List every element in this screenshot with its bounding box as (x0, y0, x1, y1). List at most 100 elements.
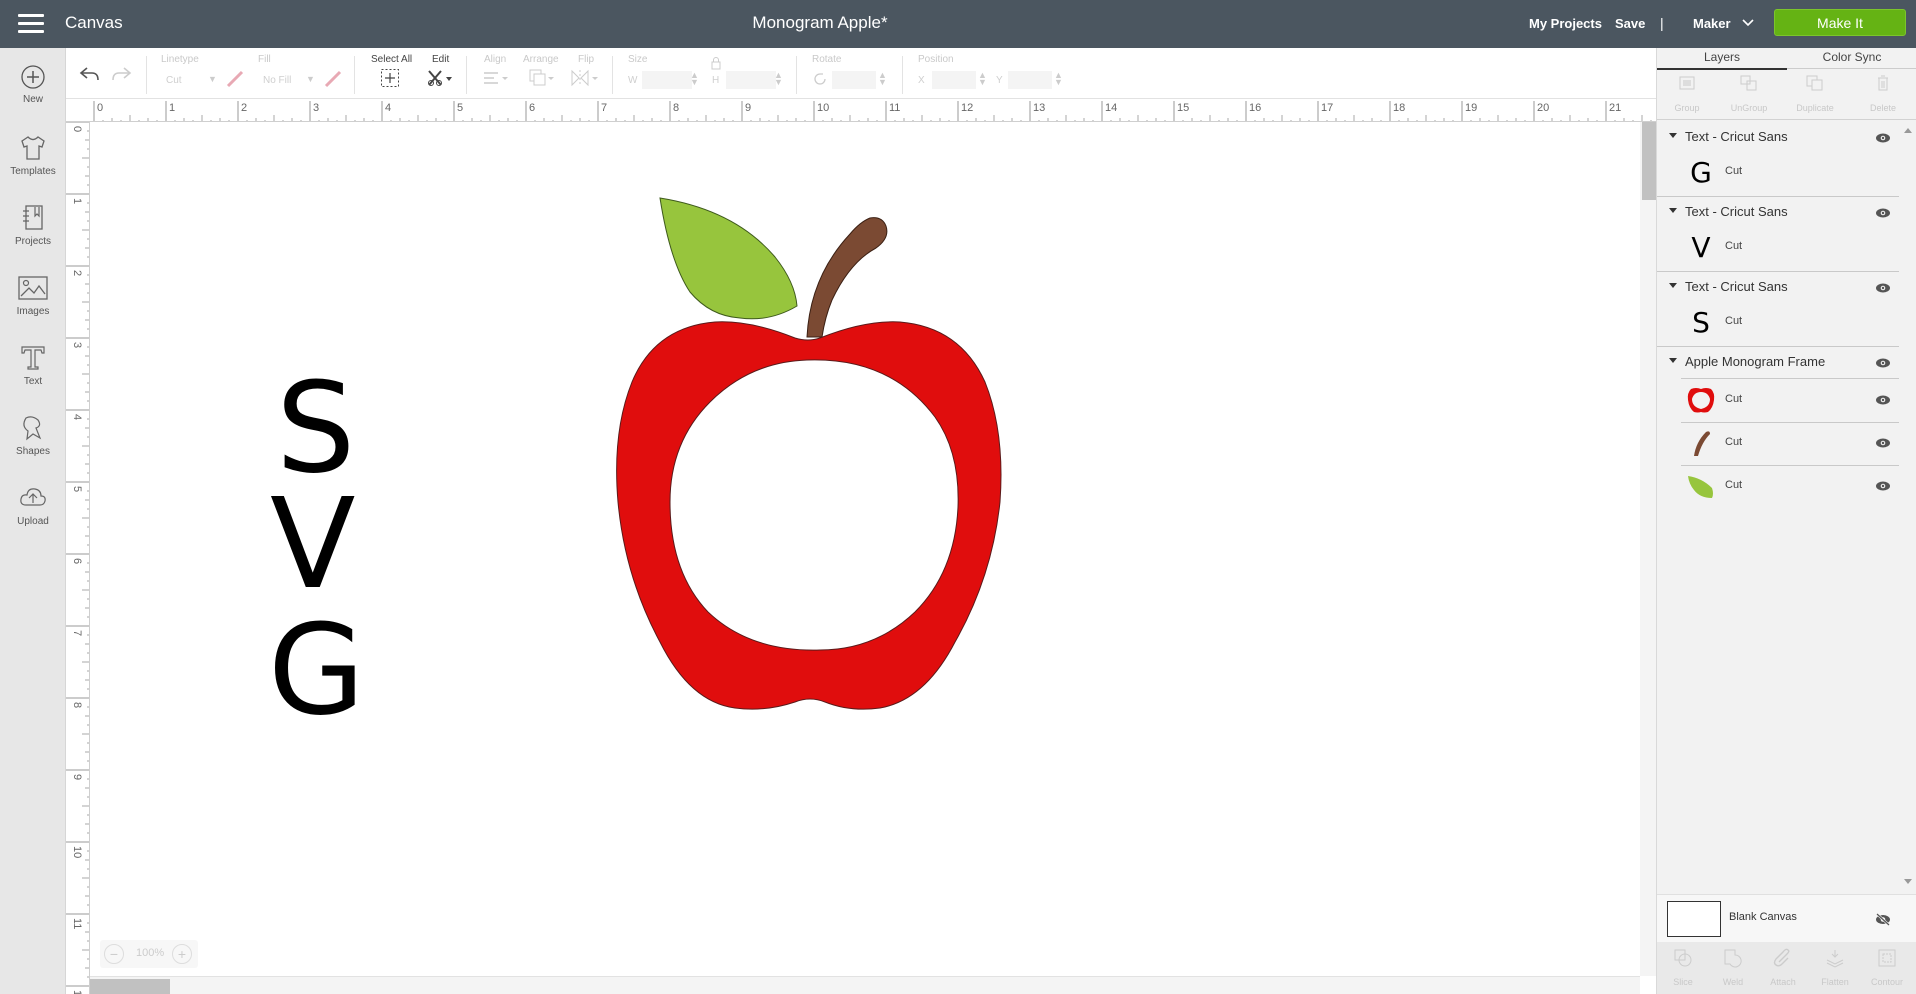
arrange-icon[interactable] (528, 68, 556, 88)
x-input[interactable] (932, 71, 976, 89)
layer-group-text-g[interactable]: Text - Cricut Sans (1657, 124, 1899, 150)
top-bar: Canvas Monogram Apple* My Projects Save … (0, 0, 1916, 48)
delete-button[interactable]: Delete (1853, 74, 1913, 113)
fill-select[interactable]: No Fill (263, 75, 291, 91)
sidebar-item-text[interactable]: Text (0, 344, 66, 408)
lock-icon[interactable] (710, 56, 722, 70)
rotate-input[interactable] (832, 71, 876, 89)
eye-icon[interactable] (1875, 437, 1891, 449)
panel-scrollbar[interactable] (1899, 122, 1916, 888)
zoom-out-button[interactable]: − (104, 944, 124, 964)
vertical-scroll-thumb[interactable] (1642, 122, 1656, 200)
rotate-icon[interactable] (812, 71, 828, 87)
make-it-button[interactable]: Make It (1774, 9, 1906, 36)
letter-g[interactable]: G (268, 608, 365, 733)
undo-icon[interactable] (78, 64, 102, 84)
tab-layers[interactable]: Layers (1657, 50, 1787, 64)
collapse-triangle-icon[interactable] (1669, 358, 1677, 363)
paperclip-icon (1773, 948, 1790, 967)
eye-icon[interactable] (1875, 282, 1891, 294)
apple-monogram-frame[interactable] (560, 182, 1040, 742)
letter-v[interactable]: V (270, 482, 356, 607)
apple-stem[interactable] (806, 217, 888, 338)
select-all-icon[interactable] (380, 68, 400, 88)
horizontal-scroll-thumb[interactable] (90, 979, 170, 994)
layer-group-text-s[interactable]: Text - Cricut Sans (1657, 274, 1899, 300)
apple-body[interactable] (616, 321, 1002, 710)
document-title: Monogram Apple* (752, 13, 888, 32)
linetype-color-swatch[interactable] (226, 70, 244, 88)
layer-row-leaf[interactable]: Cut (1657, 466, 1899, 506)
horizontal-scrollbar[interactable] (90, 976, 1640, 994)
eye-icon[interactable] (1875, 207, 1891, 219)
sidebar-item-new[interactable]: New (0, 64, 66, 128)
machine-select[interactable]: Maker (1693, 16, 1731, 31)
weld-button[interactable]: Weld (1707, 948, 1759, 987)
ruler-label: 12 (71, 990, 83, 994)
chevron-down-icon[interactable] (1740, 14, 1756, 30)
y-stepper[interactable]: ▲ ▼ (1054, 71, 1063, 87)
layer-row-apple-body[interactable]: Cut (1657, 380, 1899, 420)
layer-row-stem[interactable]: Cut (1657, 423, 1899, 463)
eye-icon[interactable] (1875, 394, 1891, 406)
width-stepper[interactable]: ▲ ▼ (690, 71, 699, 87)
toolbar-divider (902, 56, 903, 94)
blank-canvas-row[interactable]: Blank Canvas (1657, 894, 1916, 942)
rotate-stepper[interactable]: ▲ ▼ (878, 71, 887, 87)
x-stepper[interactable]: ▲ ▼ (978, 71, 987, 87)
sidebar-item-images[interactable]: Images (0, 274, 66, 338)
ungroup-button[interactable]: UnGroup (1719, 74, 1779, 113)
redo-icon[interactable] (109, 64, 133, 84)
scroll-down-arrow-icon[interactable] (1904, 879, 1912, 884)
width-input[interactable] (642, 71, 692, 89)
y-input[interactable] (1008, 71, 1052, 89)
group-button[interactable]: Group (1657, 74, 1717, 113)
scroll-up-arrow-icon[interactable] (1904, 128, 1912, 133)
apple-frame-thumbnail (1685, 384, 1717, 416)
layer-group-apple-frame[interactable]: Apple Monogram Frame (1657, 349, 1899, 375)
weld-label: Weld (1722, 977, 1744, 987)
delete-label: Delete (1869, 103, 1896, 113)
my-projects-link[interactable]: My Projects (1529, 16, 1602, 31)
slice-label: Slice (1673, 977, 1693, 987)
sidebar-item-shapes[interactable]: Shapes (0, 414, 66, 478)
eye-icon[interactable] (1875, 480, 1891, 492)
layer-row[interactable]: S Cut (1657, 302, 1899, 342)
duplicate-icon (1806, 75, 1823, 91)
save-button[interactable]: Save (1615, 16, 1645, 31)
layer-row[interactable]: G Cut (1657, 152, 1899, 192)
align-icon[interactable] (482, 70, 510, 86)
flatten-button[interactable]: Flatten (1809, 948, 1861, 987)
layer-row[interactable]: V Cut (1657, 227, 1899, 267)
fill-color-swatch[interactable] (324, 70, 342, 88)
sidebar-item-upload[interactable]: Upload (0, 484, 66, 548)
ungroup-label: UnGroup (1730, 103, 1768, 113)
duplicate-button[interactable]: Duplicate (1785, 74, 1845, 113)
attach-button[interactable]: Attach (1757, 948, 1809, 987)
flip-icon[interactable] (570, 68, 600, 88)
zoom-in-button[interactable]: + (172, 944, 192, 964)
tab-color-sync[interactable]: Color Sync (1787, 50, 1916, 64)
layer-group-name: Text - Cricut Sans (1685, 129, 1788, 144)
eye-icon[interactable] (1875, 132, 1891, 144)
edit-tools-icon[interactable] (426, 68, 456, 88)
sidebar-item-projects[interactable]: Projects (0, 204, 66, 268)
vertical-scrollbar[interactable] (1640, 122, 1656, 976)
slice-button[interactable]: Slice (1657, 948, 1709, 987)
collapse-triangle-icon[interactable] (1669, 208, 1677, 213)
height-input[interactable] (726, 71, 776, 89)
eye-icon[interactable] (1875, 357, 1891, 369)
contour-button[interactable]: Contour (1861, 948, 1913, 987)
apple-leaf[interactable] (659, 197, 798, 320)
fill-caret-icon: ▼ (306, 74, 315, 84)
linetype-select[interactable]: Cut (166, 75, 182, 91)
eye-hidden-icon[interactable] (1875, 913, 1891, 926)
design-canvas[interactable]: S V G − 100% + (90, 122, 1640, 976)
sidebar-item-templates[interactable]: Templates (0, 134, 66, 198)
collapse-triangle-icon[interactable] (1669, 283, 1677, 288)
height-stepper[interactable]: ▲ ▼ (774, 71, 783, 87)
collapse-triangle-icon[interactable] (1669, 133, 1677, 138)
blank-canvas-swatch[interactable] (1667, 901, 1721, 937)
ruler-label: 21 (1609, 102, 1621, 114)
layer-group-text-v[interactable]: Text - Cricut Sans (1657, 199, 1899, 225)
